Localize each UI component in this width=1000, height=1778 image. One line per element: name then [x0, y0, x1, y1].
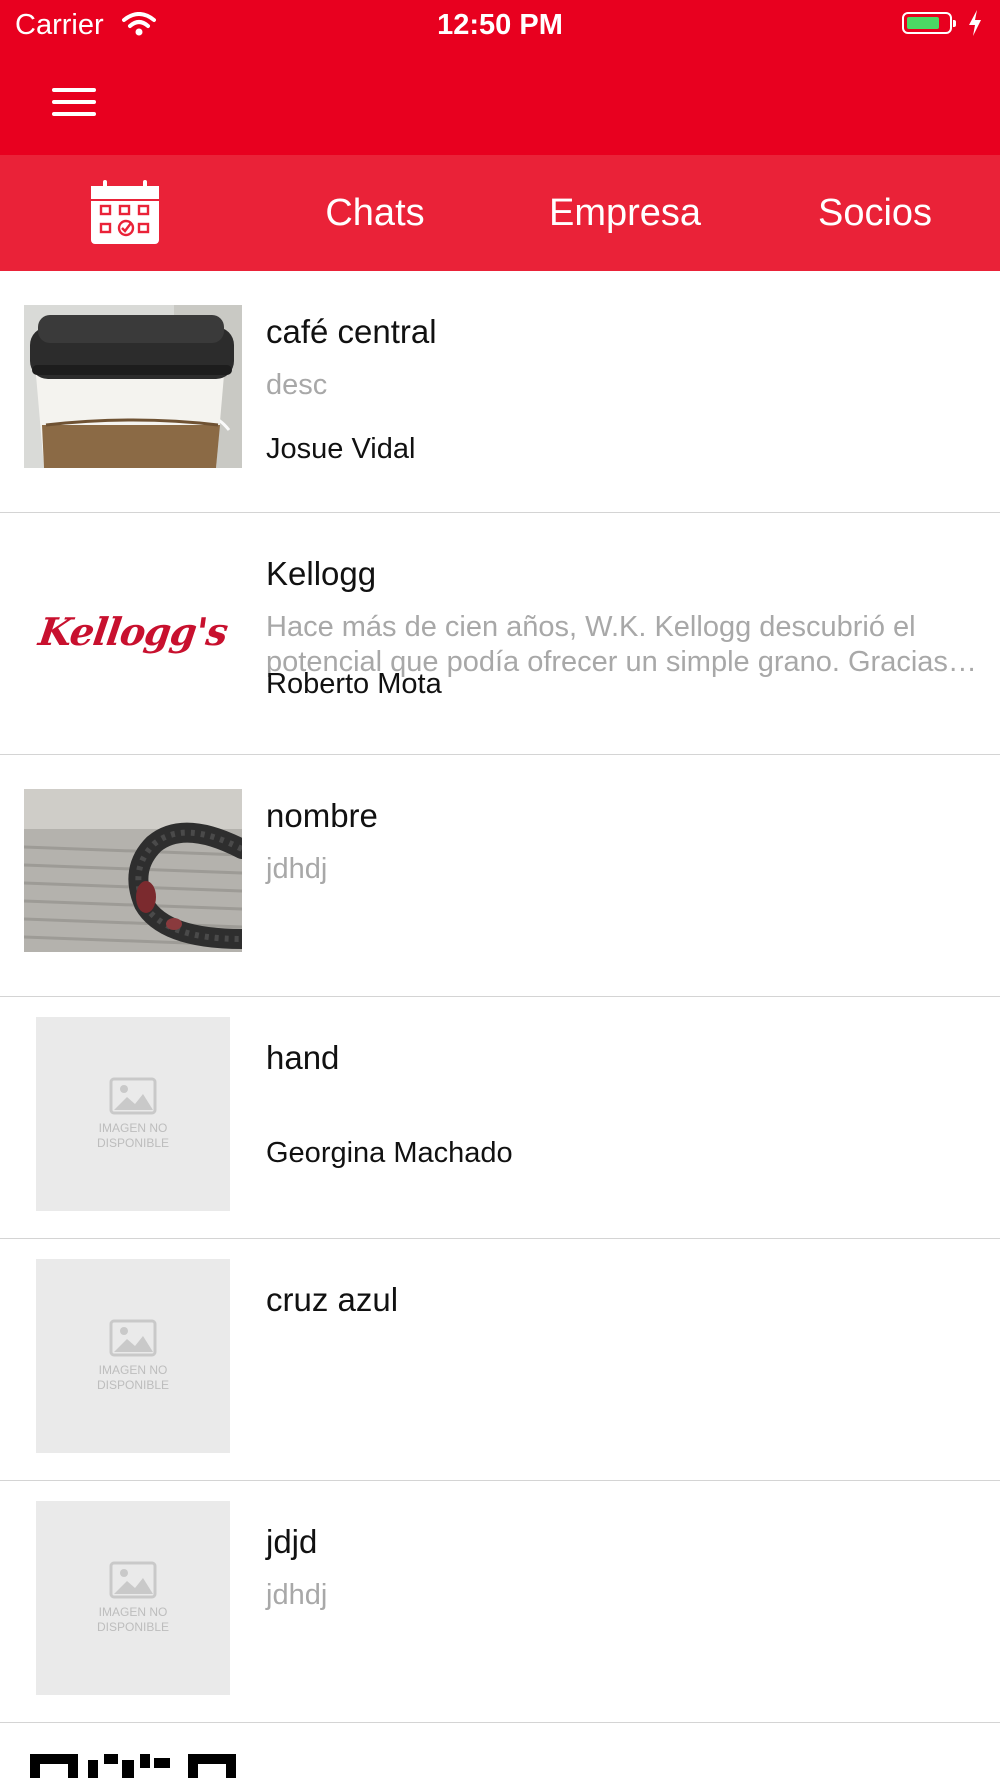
calendar-check-icon — [91, 180, 159, 244]
item-title: cruz azul — [266, 1281, 399, 1318]
list-item[interactable]: IMAGEN NO DISPONIBLE jdjd jdhdj — [0, 1481, 1000, 1723]
placeholder-line2: DISPONIBLE — [96, 1136, 170, 1150]
image-icon — [109, 1319, 157, 1357]
qr-code-thumbnail[interactable] — [30, 1754, 236, 1778]
placeholder-text: IMAGEN NO DISPONIBLE — [36, 1363, 230, 1393]
item-owner: Georgina Machado — [266, 1137, 513, 1169]
snake-on-concrete-photo — [24, 789, 242, 952]
tab-chats-label: Chats — [325, 191, 425, 234]
tab-socios[interactable]: Socios — [800, 155, 950, 271]
item-title: Kellogg — [266, 555, 377, 592]
placeholder-line1: IMAGEN NO — [98, 1363, 168, 1377]
list-item[interactable]: IMAGEN NO DISPONIBLE cruz azul — [0, 1239, 1000, 1481]
list-item[interactable]: nombre jdhdj — [0, 755, 1000, 997]
placeholder-line2: DISPONIBLE — [96, 1620, 170, 1634]
tab-empresa[interactable]: Empresa — [530, 155, 720, 271]
item-title: jdjd — [266, 1523, 318, 1560]
placeholder-line1: IMAGEN NO — [98, 1605, 168, 1619]
clock: 12:50 PM — [437, 9, 563, 41]
item-owner: Josue Vidal — [266, 433, 416, 465]
company-list: café central desc Josue Vidal Kellogg's … — [0, 271, 1000, 1723]
charging-bolt-icon — [968, 10, 982, 41]
item-description: desc — [266, 369, 328, 401]
placeholder-line2: DISPONIBLE — [96, 1378, 170, 1392]
image-icon — [109, 1561, 157, 1599]
item-title: café central — [266, 313, 437, 350]
list-item[interactable]: Kellogg's Kellogg Hace más de cien años,… — [0, 513, 1000, 755]
tab-chats[interactable]: Chats — [300, 155, 450, 271]
item-title: hand — [266, 1039, 340, 1076]
kelloggs-logo-text: Kellogg's — [35, 609, 231, 654]
menu-button[interactable] — [40, 80, 110, 124]
placeholder-line1: IMAGEN NO — [98, 1121, 168, 1135]
tab-empresa-label: Empresa — [548, 191, 702, 234]
coffee-cup-photo — [24, 305, 242, 468]
item-description: jdhdj — [266, 1579, 328, 1611]
hamburger-line — [52, 112, 96, 116]
item-title: nombre — [266, 797, 378, 834]
image-unavailable-placeholder: IMAGEN NO DISPONIBLE — [36, 1017, 230, 1211]
tab-bar: Chats Empresa Socios — [0, 155, 1000, 271]
tab-socios-label: Socios — [817, 191, 933, 234]
kelloggs-logo: Kellogg's — [24, 547, 242, 710]
image-unavailable-placeholder: IMAGEN NO DISPONIBLE — [36, 1259, 230, 1453]
battery-icon — [902, 12, 956, 34]
image-icon — [109, 1077, 157, 1115]
placeholder-text: IMAGEN NO DISPONIBLE — [36, 1121, 230, 1151]
status-bar: Carrier 12:50 PM — [0, 0, 1000, 50]
placeholder-text: IMAGEN NO DISPONIBLE — [36, 1605, 230, 1635]
hamburger-icon — [52, 88, 96, 92]
item-owner: Roberto Mota — [266, 668, 442, 700]
image-unavailable-placeholder: IMAGEN NO DISPONIBLE — [36, 1501, 230, 1695]
hamburger-line — [52, 100, 96, 104]
tab-calendar[interactable] — [50, 155, 200, 271]
list-item[interactable]: café central desc Josue Vidal — [0, 271, 1000, 513]
nav-bar — [0, 50, 1000, 155]
list-item[interactable]: IMAGEN NO DISPONIBLE hand Georgina Macha… — [0, 997, 1000, 1239]
item-description: jdhdj — [266, 853, 328, 885]
